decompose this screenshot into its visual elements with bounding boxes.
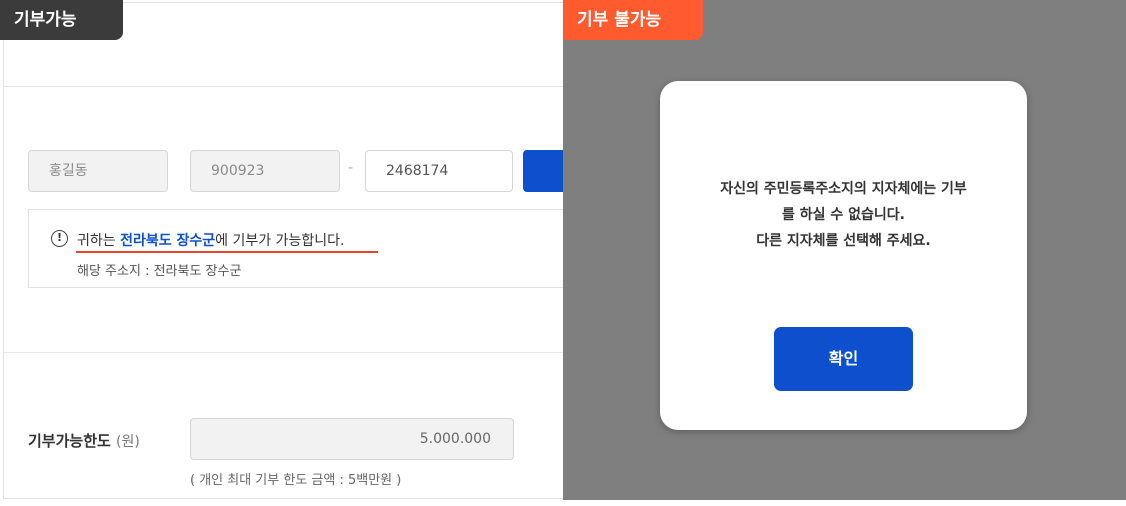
limit-note: ( 개인 최대 기부 한도 금액 : 5백만원 ) [190, 473, 402, 488]
modal-message-line: 자신의 주민등록주소지의 지자체에는 기부 [720, 181, 967, 197]
id-separator: - [348, 160, 354, 176]
donation-limit-label: 기부가능한도 (원) [28, 430, 140, 451]
modal-message: 자신의 주민등록주소지의 지자체에는 기부 를 하실 수 없습니다. 다른 지자… [660, 176, 1027, 254]
id-back-field[interactable]: 2468174 [365, 150, 513, 192]
donation-possible-panel: 홍길동 900923 - 2468174 ! 귀하는 전라북도 장수군에 기부가… [0, 0, 563, 506]
region-name: 전라북도 장수군 [120, 233, 216, 249]
limit-label-text: 기부가능한도 [28, 432, 111, 450]
error-modal: 자신의 주민등록주소지의 지자체에는 기부 를 하실 수 없습니다. 다른 지자… [660, 81, 1027, 430]
limit-unit: (원) [116, 434, 140, 450]
donation-impossible-panel: 자신의 주민등록주소지의 지자체에는 기부 를 하실 수 없습니다. 다른 지자… [563, 0, 1126, 500]
section-divider [4, 352, 563, 353]
modal-message-line: 다른 지자체를 선택해 주세요. [756, 233, 931, 249]
eligibility-message: 귀하는 전라북도 장수군에 기부가 가능합니다. [77, 230, 344, 250]
donation-limit-field: 5.000.000 [190, 418, 514, 460]
name-field: 홍길동 [28, 150, 168, 192]
eligibility-notice: ! 귀하는 전라북도 장수군에 기부가 가능합니다. 해당 주소지 : 전라북도… [28, 209, 563, 288]
verify-button[interactable] [523, 150, 563, 192]
message-suffix: 에 기부가 가능합니다. [215, 233, 345, 249]
modal-message-line: 를 하실 수 없습니다. [782, 207, 905, 223]
impossible-badge: 기부 불가능 [563, 0, 703, 40]
address-line: 해당 주소지 : 전라북도 장수군 [77, 264, 242, 279]
section-divider [4, 86, 563, 87]
birthdate-field: 900923 [190, 150, 340, 192]
alert-circle-icon: ! [51, 230, 68, 247]
message-prefix: 귀하는 [77, 233, 121, 249]
possible-badge: 기부가능 [0, 0, 123, 40]
highlight-underline [76, 251, 378, 253]
confirm-button[interactable]: 확인 [774, 327, 913, 391]
